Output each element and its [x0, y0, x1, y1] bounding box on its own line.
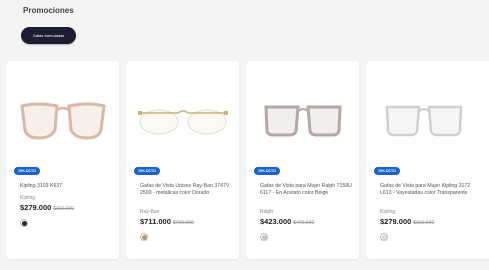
color-swatch[interactable] [20, 219, 28, 227]
swatch-dot [21, 220, 27, 226]
product-name[interactable]: Kipling 3103 K637 [20, 183, 120, 190]
color-swatch[interactable] [380, 233, 388, 241]
product-brand: Ray-Ban [140, 209, 160, 215]
glasses-image [263, 105, 342, 137]
current-price: $279.000 [380, 217, 412, 226]
glasses-image [19, 102, 106, 140]
swatch-dot [261, 234, 267, 240]
current-price: $711.000 [140, 217, 171, 226]
swatch-dot [141, 234, 147, 240]
product-card[interactable]: 10% DCTO Gafas de Vista Unisex Ray-Ban 3… [126, 61, 239, 259]
old-price: $470.000 [293, 220, 315, 226]
product-card[interactable]: 10% DCTO Gafas de Vista para Mujer Kipli… [366, 61, 489, 259]
product-card[interactable]: 10% DCTO Gafas de Vista para Mujer Ralph… [246, 61, 359, 259]
product-name[interactable]: Gafas de Vista para Mujer Kipling 3172 L… [380, 183, 476, 197]
discount-badge: 10% DCTO [374, 167, 400, 175]
color-swatch[interactable] [260, 233, 268, 241]
filter-chip-gafas-formuladas[interactable]: Gafas formuladas [21, 27, 76, 44]
glasses-image [137, 109, 228, 135]
product-price: $423.000 $470.000 [260, 217, 314, 226]
discount-badge: 10% DCTO [134, 167, 160, 175]
glasses-image [385, 105, 463, 137]
old-price: $310.000 [53, 206, 75, 212]
product-price: $711.000 $790.000 [140, 217, 194, 226]
product-brand: Kipling [380, 209, 396, 215]
current-price: $423.000 [260, 217, 292, 226]
old-price: $790.000 [172, 220, 194, 226]
old-price: $310.000 [413, 220, 435, 226]
product-brand: Ralph [260, 209, 274, 215]
product-name[interactable]: Gafas de Vista Unisex Ray-Ban 3747V 2500… [140, 183, 240, 197]
product-image[interactable] [6, 89, 119, 149]
discount-badge: 10% DCTO [254, 167, 280, 175]
swatch-dot [381, 234, 387, 240]
color-swatch[interactable] [140, 233, 148, 241]
product-image[interactable] [366, 89, 489, 149]
product-image[interactable] [126, 89, 239, 149]
product-image[interactable] [246, 89, 359, 149]
product-card[interactable]: 10% DCTO Kipling 3103 K637 Kipling $279.… [6, 61, 119, 259]
section-title: Promociones [23, 6, 74, 15]
current-price: $279.000 [20, 203, 52, 212]
discount-badge: 10% DCTO [14, 167, 40, 175]
product-price: $279.000 $310.000 [20, 203, 74, 212]
product-price: $279.000 $310.000 [380, 217, 434, 226]
product-brand: Kipling [20, 195, 36, 201]
product-name[interactable]: Gafas de Vista para Mujer Ralph 7158U 61… [260, 183, 360, 197]
